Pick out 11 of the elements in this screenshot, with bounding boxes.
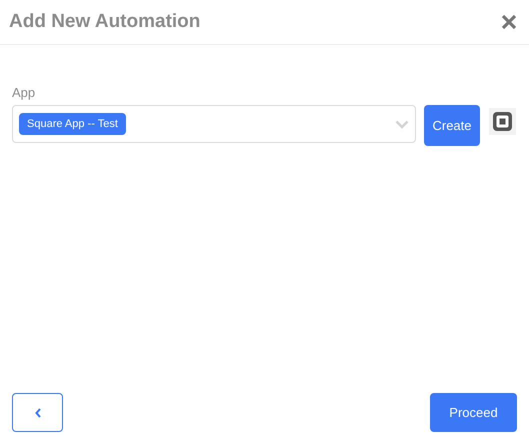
- selected-app-tag: Square App -- Test: [19, 113, 126, 135]
- close-icon[interactable]: [501, 14, 517, 30]
- back-button[interactable]: [12, 393, 63, 432]
- chevron-left-icon: [34, 408, 40, 418]
- field-label: App: [12, 85, 36, 100]
- dialog-title: Add New Automation: [9, 11, 200, 33]
- app-select[interactable]: Square App -- Test: [12, 105, 416, 143]
- proceed-button[interactable]: Proceed: [430, 393, 517, 432]
- square-logo-icon: [489, 108, 516, 135]
- chevron-down-icon: [395, 120, 409, 128]
- create-button[interactable]: Create: [424, 105, 480, 146]
